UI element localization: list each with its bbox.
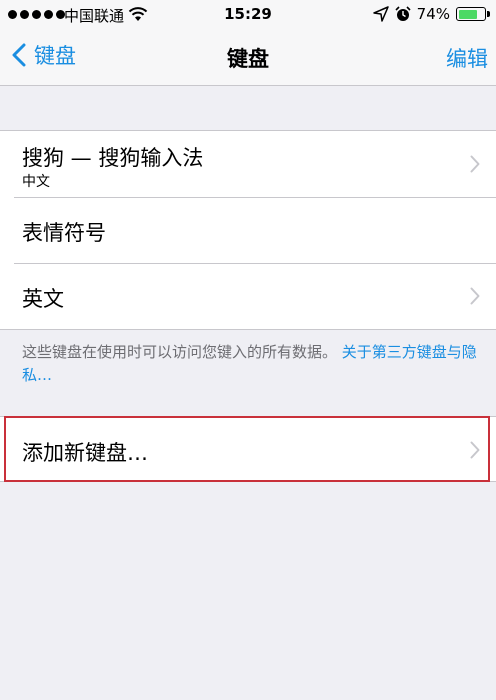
- keyboard-list: 搜狗 — 搜狗输入法 中文 表情符号 英文: [0, 130, 496, 330]
- page-title: 键盘: [227, 47, 269, 71]
- battery-percent: 74%: [416, 5, 450, 23]
- top-bar: 中国联通 15:29 74% 键盘 键盘 编辑: [0, 0, 496, 86]
- highlight-box: [4, 416, 490, 482]
- location-arrow-icon: [372, 6, 389, 22]
- status-bar: 中国联通 15:29 74%: [0, 0, 496, 30]
- keyboard-row-english[interactable]: 英文: [0, 263, 496, 329]
- keyboard-row-sogou[interactable]: 搜狗 — 搜狗输入法 中文: [0, 131, 496, 197]
- battery-icon: [456, 7, 490, 21]
- keyboard-row-emoji[interactable]: 表情符号: [0, 197, 496, 263]
- chevron-right-icon: [470, 287, 480, 305]
- keyboards-settings-screen: 中国联通 15:29 74% 键盘 键盘 编辑 搜狗 — 搜狗输入法 中文 表情…: [0, 0, 496, 700]
- keyboard-title: 英文: [22, 287, 64, 311]
- alarm-clock-icon: [395, 6, 411, 21]
- chevron-right-icon: [470, 155, 480, 173]
- keyboard-title: 表情符号: [22, 221, 106, 245]
- navigation-bar: 键盘 键盘 编辑: [0, 30, 496, 86]
- keyboard-subtitle: 中文: [22, 174, 50, 190]
- privacy-note: 这些键盘在使用时可以访问您键入的所有数据。 关于第三方键盘与隐私…: [22, 341, 482, 387]
- edit-button[interactable]: 编辑: [446, 43, 488, 73]
- battery-level: [458, 9, 477, 19]
- privacy-note-text: 这些键盘在使用时可以访问您键入的所有数据。: [22, 343, 338, 361]
- keyboard-title: 搜狗 — 搜狗输入法: [22, 146, 204, 170]
